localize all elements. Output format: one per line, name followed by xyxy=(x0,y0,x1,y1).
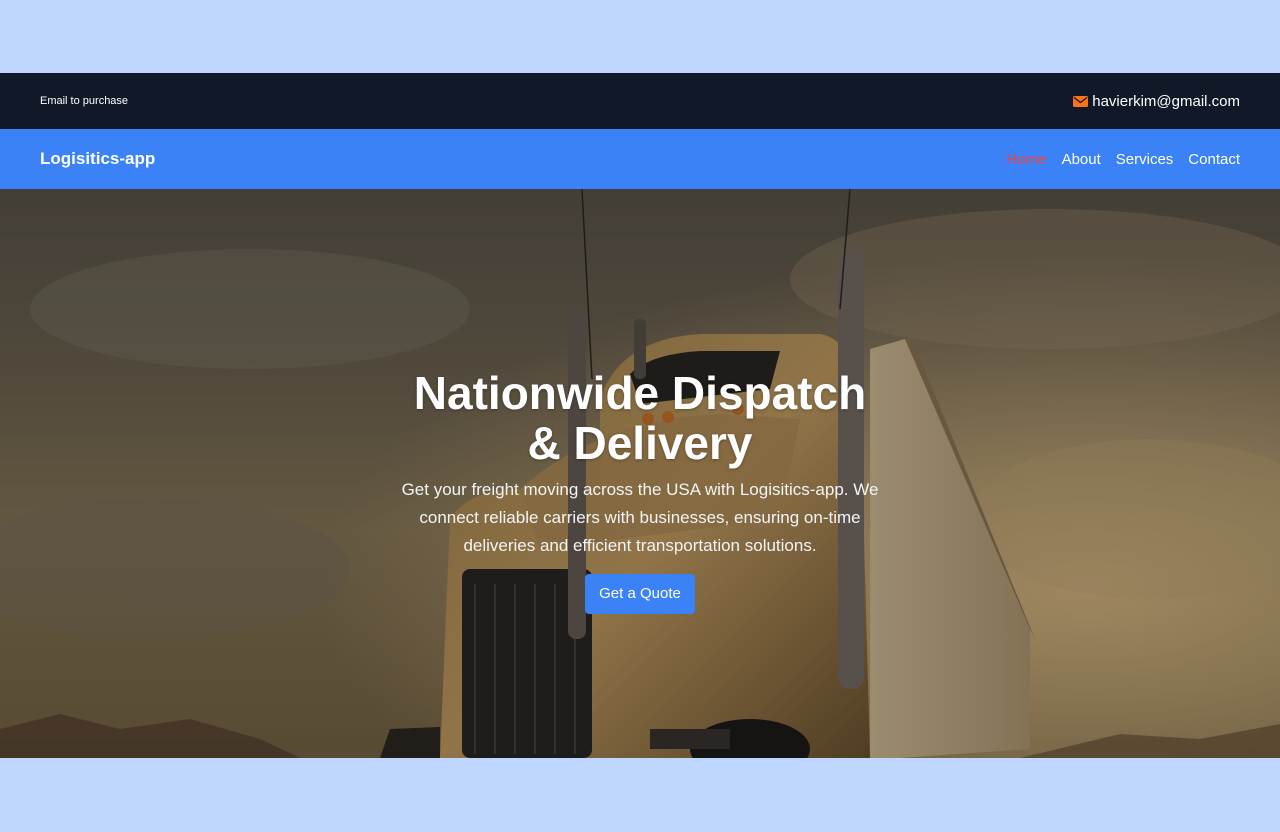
purchase-note: Email to purchase xyxy=(40,95,129,107)
nav-link-services[interactable]: Services xyxy=(1116,151,1174,168)
envelope-icon xyxy=(1073,95,1089,107)
page: Email to purchase havierkim@gmail.com Lo… xyxy=(0,0,1280,832)
hero-title: Nationwide Dispatch & Delivery xyxy=(413,366,867,469)
hero-section: Nationwide Dispatch & Delivery Get your … xyxy=(0,189,1280,758)
email-link[interactable]: havierkim@gmail.com xyxy=(1073,93,1240,110)
brand-logo[interactable]: Logisitics-app xyxy=(40,149,155,169)
get-quote-button[interactable]: Get a Quote xyxy=(585,573,695,614)
hero-description: Get your freight moving across the USA w… xyxy=(401,479,879,555)
nav-links: Home About Services Contact xyxy=(1007,151,1240,168)
nav-link-about[interactable]: About xyxy=(1062,151,1101,168)
nav-link-contact[interactable]: Contact xyxy=(1188,151,1240,168)
nav-link-home[interactable]: Home xyxy=(1007,151,1047,168)
main-navbar: Logisitics-app Home About Services Conta… xyxy=(0,129,1280,189)
top-info-bar: Email to purchase havierkim@gmail.com xyxy=(0,73,1280,129)
hero-content: Nationwide Dispatch & Delivery Get your … xyxy=(0,189,1280,758)
email-address[interactable]: havierkim@gmail.com xyxy=(1092,93,1240,110)
